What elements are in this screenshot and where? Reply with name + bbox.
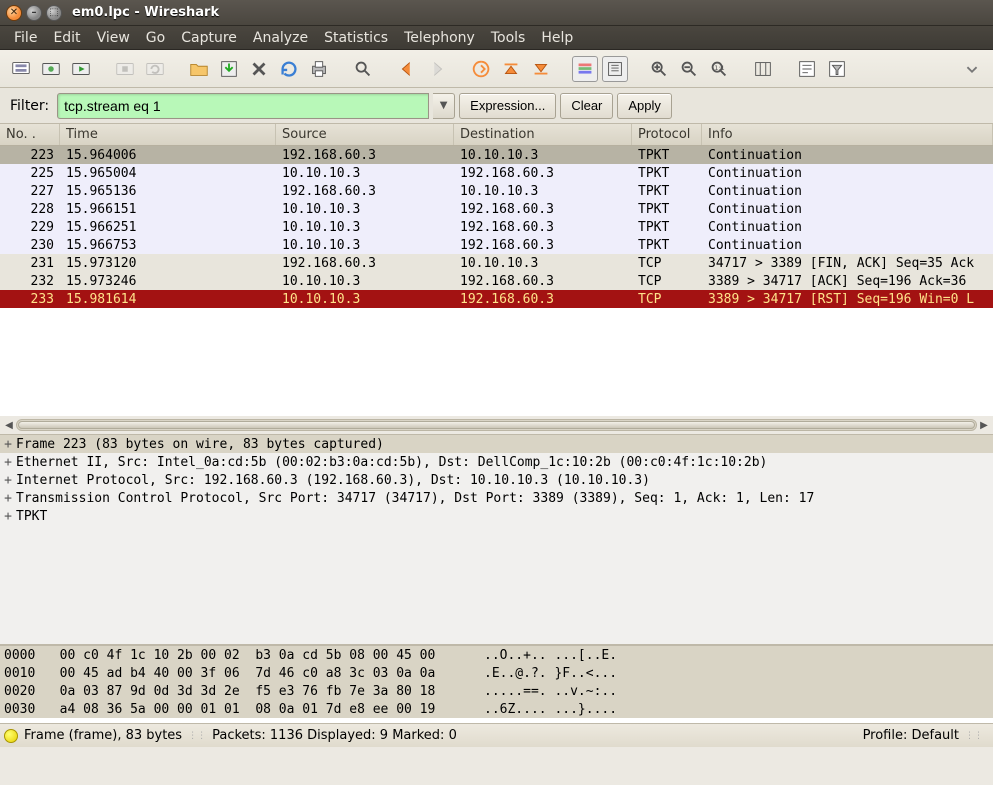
find-packet-icon[interactable] — [350, 56, 376, 82]
svg-text:1:1: 1:1 — [714, 63, 724, 71]
hex-row[interactable]: 0020 0a 03 87 9d 0d 3d 3d 2e f5 e3 76 fb… — [0, 682, 993, 700]
col-header-protocol[interactable]: Protocol — [632, 124, 702, 145]
packet-details-pane[interactable]: +Frame 223 (83 bytes on wire, 83 bytes c… — [0, 435, 993, 645]
capture-options-icon[interactable] — [38, 56, 64, 82]
auto-scroll-icon[interactable] — [602, 56, 628, 82]
menu-edit[interactable]: Edit — [45, 27, 88, 49]
expand-icon[interactable]: + — [0, 509, 16, 524]
filter-label: Filter: — [6, 98, 53, 114]
menu-go[interactable]: Go — [138, 27, 173, 49]
expand-icon[interactable]: + — [0, 455, 16, 470]
packet-list-body[interactable]: 22315.964006192.168.60.310.10.10.3TPKTCo… — [0, 146, 993, 416]
window-title: em0.lpc - Wireshark — [72, 5, 219, 20]
packet-list-pane: No. . Time Source Destination Protocol I… — [0, 124, 993, 435]
close-window-button[interactable]: ✕ — [6, 5, 22, 21]
packet-row[interactable]: 22715.965136192.168.60.310.10.10.3TPKTCo… — [0, 182, 993, 200]
filter-dropdown-icon[interactable]: ▼ — [433, 93, 455, 119]
interfaces-icon[interactable] — [8, 56, 34, 82]
menu-bar: File Edit View Go Capture Analyze Statis… — [0, 26, 993, 50]
detail-row[interactable]: +Frame 223 (83 bytes on wire, 83 bytes c… — [0, 435, 993, 453]
menu-statistics[interactable]: Statistics — [316, 27, 396, 49]
menu-view[interactable]: View — [89, 27, 138, 49]
detail-row[interactable]: +Internet Protocol, Src: 192.168.60.3 (1… — [0, 471, 993, 489]
detail-row[interactable]: +Transmission Control Protocol, Src Port… — [0, 489, 993, 507]
go-back-icon[interactable] — [394, 56, 420, 82]
display-filters-icon[interactable] — [824, 56, 850, 82]
packet-row[interactable]: 23115.973120192.168.60.310.10.10.3TCP347… — [0, 254, 993, 272]
display-filter-input[interactable] — [57, 93, 429, 119]
menu-analyze[interactable]: Analyze — [245, 27, 316, 49]
restart-capture-icon[interactable] — [142, 56, 168, 82]
scroll-left-icon[interactable]: ◀ — [2, 418, 16, 432]
expert-info-led-icon[interactable] — [4, 729, 18, 743]
scroll-thumb[interactable] — [18, 421, 975, 429]
stop-capture-icon[interactable] — [112, 56, 138, 82]
menu-capture[interactable]: Capture — [173, 27, 245, 49]
resize-columns-icon[interactable] — [750, 56, 776, 82]
packet-list-hscrollbar[interactable]: ◀ ▶ — [0, 416, 993, 434]
col-header-destination[interactable]: Destination — [454, 124, 632, 145]
expand-icon[interactable]: + — [0, 437, 16, 452]
packet-bytes-pane[interactable]: 0000 00 c0 4f 1c 10 2b 00 02 b3 0a cd 5b… — [0, 645, 993, 723]
col-header-info[interactable]: Info — [702, 124, 993, 145]
col-header-time[interactable]: Time — [60, 124, 276, 145]
status-bar: Frame (frame), 83 bytes ⋮⋮ Packets: 1136… — [0, 723, 993, 747]
status-profile[interactable]: Profile: Default — [863, 728, 959, 743]
packet-row[interactable]: 22315.964006192.168.60.310.10.10.3TPKTCo… — [0, 146, 993, 164]
go-last-icon[interactable] — [528, 56, 554, 82]
maximize-window-button[interactable]: ⬚ — [46, 5, 62, 21]
go-to-packet-icon[interactable] — [468, 56, 494, 82]
packet-row[interactable]: 23215.97324610.10.10.3192.168.60.3TCP338… — [0, 272, 993, 290]
zoom-in-icon[interactable] — [646, 56, 672, 82]
window-titlebar: ✕ – ⬚ em0.lpc - Wireshark — [0, 0, 993, 26]
go-first-icon[interactable] — [498, 56, 524, 82]
detail-row[interactable]: +TPKT — [0, 507, 993, 525]
save-file-icon[interactable] — [216, 56, 242, 82]
packet-row[interactable]: 22515.96500410.10.10.3192.168.60.3TPKTCo… — [0, 164, 993, 182]
menu-help[interactable]: Help — [533, 27, 581, 49]
scroll-track[interactable] — [16, 419, 977, 431]
reload-icon[interactable] — [276, 56, 302, 82]
zoom-out-icon[interactable] — [676, 56, 702, 82]
open-file-icon[interactable] — [186, 56, 212, 82]
apply-button[interactable]: Apply — [617, 93, 672, 119]
expression-button[interactable]: Expression... — [459, 93, 556, 119]
expand-icon[interactable]: + — [0, 491, 16, 506]
hex-row[interactable]: 0000 00 c0 4f 1c 10 2b 00 02 b3 0a cd 5b… — [0, 646, 993, 664]
clear-button[interactable]: Clear — [560, 93, 613, 119]
toolbar-overflow-icon[interactable] — [959, 56, 985, 82]
colorize-icon[interactable] — [572, 56, 598, 82]
packet-row[interactable]: 23015.96675310.10.10.3192.168.60.3TPKTCo… — [0, 236, 993, 254]
zoom-reset-icon[interactable]: 1:1 — [706, 56, 732, 82]
filter-toolbar: Filter: ▼ Expression... Clear Apply — [0, 88, 993, 124]
statusbar-grip-icon: ⋮⋮ — [959, 731, 989, 741]
print-icon[interactable] — [306, 56, 332, 82]
go-forward-icon[interactable] — [424, 56, 450, 82]
menu-telephony[interactable]: Telephony — [396, 27, 483, 49]
col-header-no[interactable]: No. . — [0, 124, 60, 145]
detail-row[interactable]: +Ethernet II, Src: Intel_0a:cd:5b (00:02… — [0, 453, 993, 471]
menu-file[interactable]: File — [6, 27, 45, 49]
capture-filters-icon[interactable] — [794, 56, 820, 82]
statusbar-grip-icon: ⋮⋮ — [182, 731, 212, 741]
expand-icon[interactable]: + — [0, 473, 16, 488]
scroll-right-icon[interactable]: ▶ — [977, 418, 991, 432]
col-header-source[interactable]: Source — [276, 124, 454, 145]
hex-row[interactable]: 0010 00 45 ad b4 40 00 3f 06 7d 46 c0 a8… — [0, 664, 993, 682]
status-packets-info: Packets: 1136 Displayed: 9 Marked: 0 — [212, 728, 457, 743]
minimize-window-button[interactable]: – — [26, 5, 42, 21]
hex-row[interactable]: 0030 a4 08 36 5a 00 00 01 01 08 0a 01 7d… — [0, 700, 993, 718]
packet-row[interactable]: 22915.96625110.10.10.3192.168.60.3TPKTCo… — [0, 218, 993, 236]
packet-row[interactable]: 23315.98161410.10.10.3192.168.60.3TCP338… — [0, 290, 993, 308]
packet-row[interactable]: 22815.96615110.10.10.3192.168.60.3TPKTCo… — [0, 200, 993, 218]
status-frame-info: Frame (frame), 83 bytes — [24, 728, 182, 743]
close-file-icon[interactable] — [246, 56, 272, 82]
start-capture-icon[interactable] — [68, 56, 94, 82]
main-toolbar: 1:1 — [0, 50, 993, 88]
packet-list-header: No. . Time Source Destination Protocol I… — [0, 124, 993, 146]
menu-tools[interactable]: Tools — [483, 27, 534, 49]
